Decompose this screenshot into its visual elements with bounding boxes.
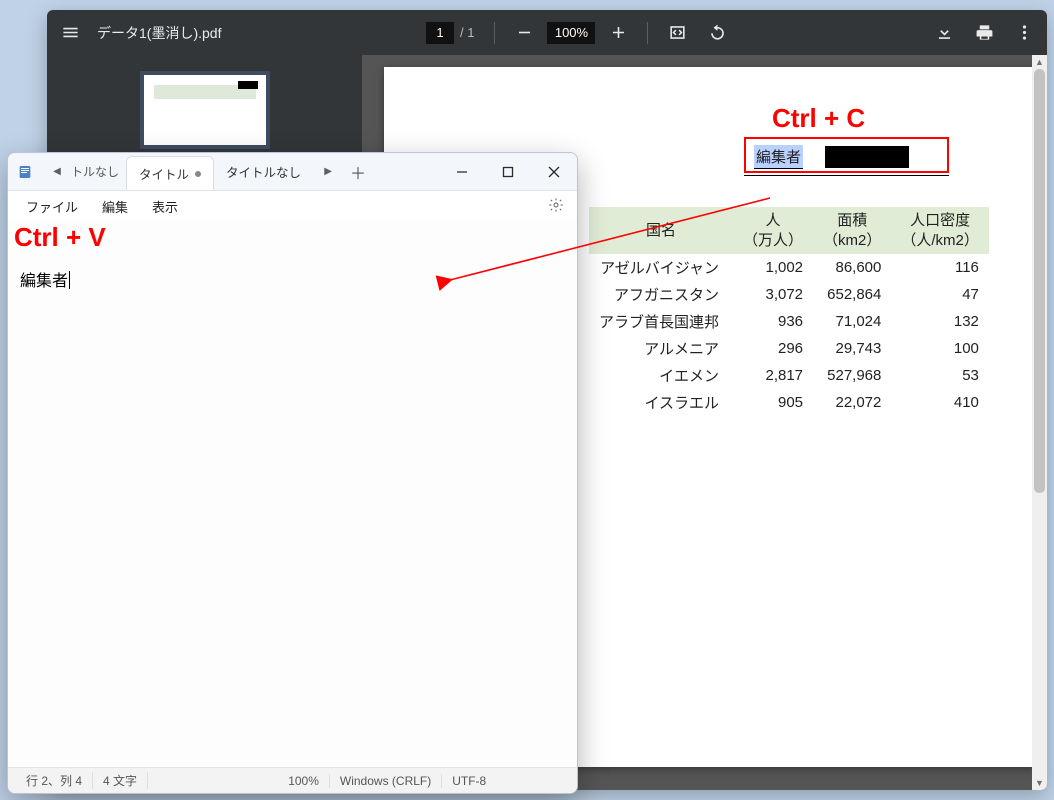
cell-area: 22,072: [813, 389, 891, 416]
editor-field-box[interactable]: 編集者: [744, 137, 949, 173]
copy-annotation: Ctrl + C: [772, 103, 865, 134]
table-row: アゼルバイジャン1,00286,600116: [589, 254, 989, 281]
th-density: 人口密度（人/km2）: [891, 207, 989, 254]
cell-density: 116: [891, 254, 989, 281]
download-icon[interactable]: [927, 16, 961, 50]
zoom-in-icon[interactable]: [601, 16, 635, 50]
cell-area: 29,743: [813, 335, 891, 362]
page-number-input[interactable]: [426, 22, 454, 44]
maximize-button[interactable]: [485, 153, 531, 190]
pdf-thumbnail-1[interactable]: [144, 75, 266, 145]
editor-statusbar: 行 2、列 4 4 文字 100% Windows (CRLF) UTF-8: [8, 767, 577, 793]
unsaved-dot-icon: [195, 171, 201, 177]
pdf-data-table: 国名 人（万人） 面積（km2） 人口密度（人/km2） アゼルバイジャン1,0…: [589, 207, 989, 416]
tab-prev-label: トルなし: [68, 163, 122, 180]
cell-pop: 936: [733, 308, 813, 335]
text-editor-window: ◀ トルなし タイトル タイトルなし ▶ ＋ ファイル 編集 表示: [7, 152, 578, 794]
cell-density: 47: [891, 281, 989, 308]
editor-content-line: 編集者: [20, 267, 70, 291]
hamburger-menu-icon[interactable]: [53, 16, 87, 50]
cell-density: 53: [891, 362, 989, 389]
cell-country: アラブ首長国連邦: [589, 308, 733, 335]
pdf-filename: データ1(墨消し).pdf: [93, 23, 225, 43]
status-encoding: UTF-8: [442, 774, 496, 788]
tab-inactive[interactable]: タイトルなし: [214, 153, 313, 190]
pdf-vertical-scrollbar[interactable]: ▲ ▼: [1032, 55, 1047, 790]
editor-menubar: ファイル 編集 表示: [8, 191, 577, 221]
cell-pop: 3,072: [733, 281, 813, 308]
table-row: アルメニア29629,743100: [589, 335, 989, 362]
new-tab-button[interactable]: ＋: [343, 153, 373, 190]
more-vert-icon[interactable]: [1007, 16, 1041, 50]
scrollbar-thumb[interactable]: [1034, 69, 1045, 493]
cell-country: アゼルバイジャン: [589, 254, 733, 281]
cell-area: 71,024: [813, 308, 891, 335]
fit-page-icon[interactable]: [660, 16, 694, 50]
cell-pop: 1,002: [733, 254, 813, 281]
table-row: アラブ首長国連邦93671,024132: [589, 308, 989, 335]
cell-country: アフガニスタン: [589, 281, 733, 308]
tab-active[interactable]: タイトル: [126, 156, 214, 190]
scroll-up-icon[interactable]: ▲: [1032, 55, 1047, 69]
status-eol: Windows (CRLF): [330, 774, 442, 788]
paste-annotation: Ctrl + V: [14, 222, 106, 253]
tab-inactive-label: タイトルなし: [226, 162, 301, 181]
editor-text-area[interactable]: Ctrl + V 編集者: [8, 221, 577, 767]
status-charcount: 4 文字: [93, 772, 148, 789]
cell-density: 410: [891, 389, 989, 416]
tab-next-icon[interactable]: ▶: [317, 158, 339, 186]
cell-pop: 905: [733, 389, 813, 416]
scroll-down-icon[interactable]: ▼: [1032, 776, 1047, 790]
status-position: 行 2、列 4: [16, 772, 93, 789]
print-icon[interactable]: [967, 16, 1001, 50]
cell-area: 527,968: [813, 362, 891, 389]
cell-area: 86,600: [813, 254, 891, 281]
menu-edit[interactable]: 編集: [90, 193, 140, 220]
cell-area: 652,864: [813, 281, 891, 308]
editor-field-label: 編集者: [754, 145, 803, 169]
zoom-out-icon[interactable]: [507, 16, 541, 50]
status-zoom: 100%: [278, 774, 330, 788]
cell-country: イエメン: [589, 362, 733, 389]
page-indicator: / 1: [426, 22, 474, 44]
cell-country: アルメニア: [589, 335, 733, 362]
table-row: イエメン2,817527,96853: [589, 362, 989, 389]
page-total: / 1: [460, 25, 474, 40]
zoom-input[interactable]: [547, 22, 595, 44]
th-country: 国名: [589, 207, 733, 254]
table-row: アフガニスタン3,072652,86447: [589, 281, 989, 308]
tab-active-label: タイトル: [139, 164, 189, 183]
text-caret-icon: [69, 271, 70, 289]
th-pop: 人（万人）: [733, 207, 813, 254]
minimize-button[interactable]: [439, 153, 485, 190]
close-button[interactable]: [531, 153, 577, 190]
table-row: イスラエル90522,072410: [589, 389, 989, 416]
cell-pop: 296: [733, 335, 813, 362]
cell-density: 132: [891, 308, 989, 335]
th-area: 面積（km2）: [813, 207, 891, 254]
notepad-app-icon: [8, 153, 42, 190]
cell-country: イスラエル: [589, 389, 733, 416]
rotate-icon[interactable]: [700, 16, 734, 50]
menu-file[interactable]: ファイル: [14, 193, 90, 220]
cell-pop: 2,817: [733, 362, 813, 389]
redacted-block: [825, 146, 909, 168]
settings-gear-icon[interactable]: [541, 197, 571, 216]
tab-prev-icon[interactable]: ◀: [46, 158, 68, 186]
tab-navigation: ◀ トルなし: [42, 153, 126, 190]
menu-view[interactable]: 表示: [140, 193, 190, 220]
editor-titlebar: ◀ トルなし タイトル タイトルなし ▶ ＋: [8, 153, 577, 191]
cell-density: 100: [891, 335, 989, 362]
pdf-toolbar: データ1(墨消し).pdf / 1: [47, 10, 1047, 55]
